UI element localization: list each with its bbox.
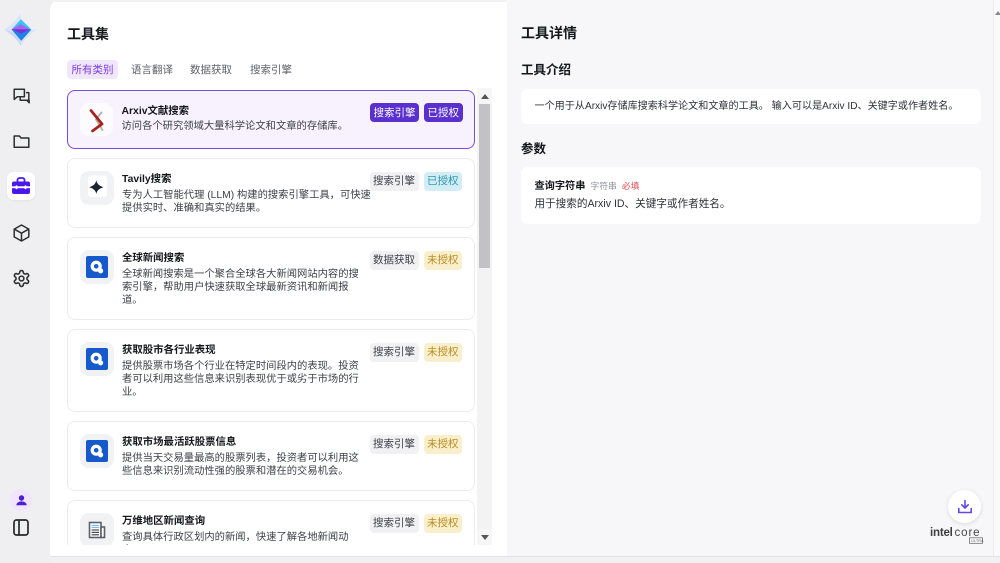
svg-text:ULTRA: ULTRA bbox=[971, 539, 984, 543]
svg-text:core: core bbox=[955, 527, 981, 539]
svg-text:intel: intel bbox=[930, 527, 953, 539]
